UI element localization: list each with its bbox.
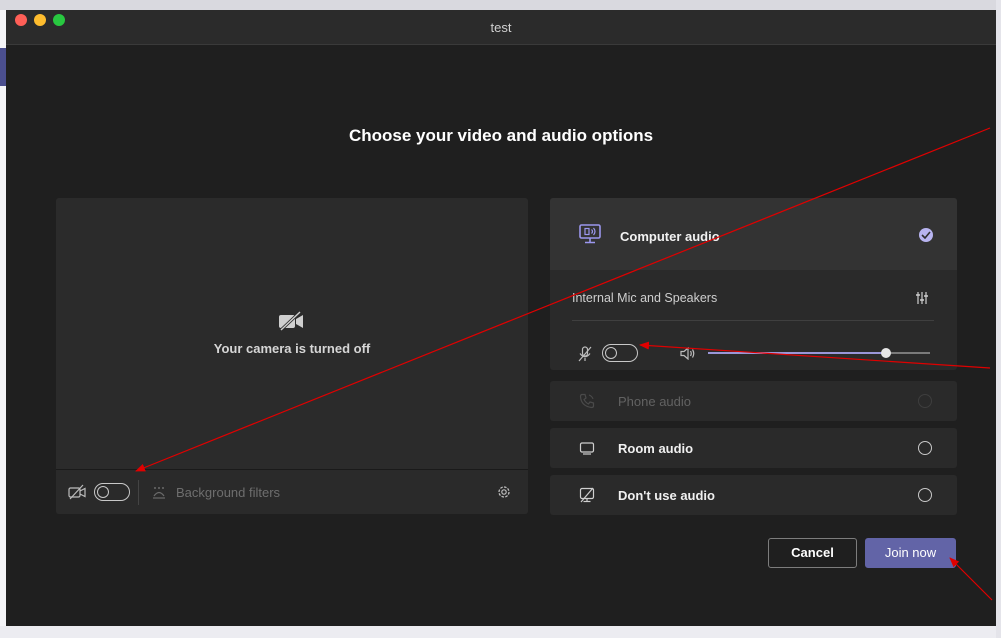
audio-divider [572,320,934,321]
device-settings-icon[interactable] [915,291,929,305]
video-preview-area: Your camera is turned off [56,198,528,468]
mic-off-icon [578,346,592,362]
no-audio-option[interactable]: Don't use audio [550,475,957,515]
background-app-bottom [0,626,1001,638]
room-audio-label: Room audio [618,441,694,456]
phone-icon [579,393,595,409]
microphone-toggle[interactable] [602,344,638,362]
computer-audio-label: Computer audio [620,229,720,244]
background-effects-icon [153,487,165,499]
camera-status-text: Your camera is turned off [213,341,371,356]
computer-audio-panel: Computer audio Internal Mic and Speakers [550,198,957,370]
speaker-volume-remaining [885,352,930,354]
camera-off-icon [279,311,303,331]
room-display-icon [579,442,595,455]
phone-audio-radio[interactable] [918,394,932,408]
title-bar: test [6,10,996,45]
phone-audio-option[interactable]: Phone audio [550,381,957,421]
audio-device-label: Internal Mic and Speakers [572,291,718,305]
toolbar-divider [138,480,139,505]
toggle-knob [97,485,109,498]
prejoin-window: test Choose your video and audio options… [6,10,996,626]
camera-toggle[interactable] [94,483,130,501]
toggle-knob [605,346,617,359]
camera-off-icon [68,484,86,500]
video-preview-panel: Your camera is turned off Background fil… [56,198,528,514]
computer-audio-option[interactable]: Computer audio [550,198,957,270]
no-audio-label: Don't use audio [618,488,715,503]
gear-icon[interactable] [496,484,512,500]
page-heading: Choose your video and audio options [348,126,654,145]
computer-speaker-icon [579,224,601,244]
background-app-top [0,0,1001,10]
no-audio-radio[interactable] [918,488,932,502]
join-now-button[interactable]: Join now [865,538,956,568]
speaker-icon [680,347,695,360]
selected-check-icon [919,228,933,242]
cancel-button[interactable]: Cancel [768,538,857,568]
no-audio-icon [579,487,595,503]
window-title: test [490,20,512,35]
speaker-volume-thumb[interactable] [880,348,891,358]
phone-audio-label: Phone audio [618,394,692,409]
background-app-right [996,0,1001,638]
background-filters-button[interactable]: Background filters [176,485,280,500]
room-audio-option[interactable]: Room audio [550,428,957,468]
video-toolbar: Background filters [56,469,528,514]
room-audio-radio[interactable] [918,441,932,455]
